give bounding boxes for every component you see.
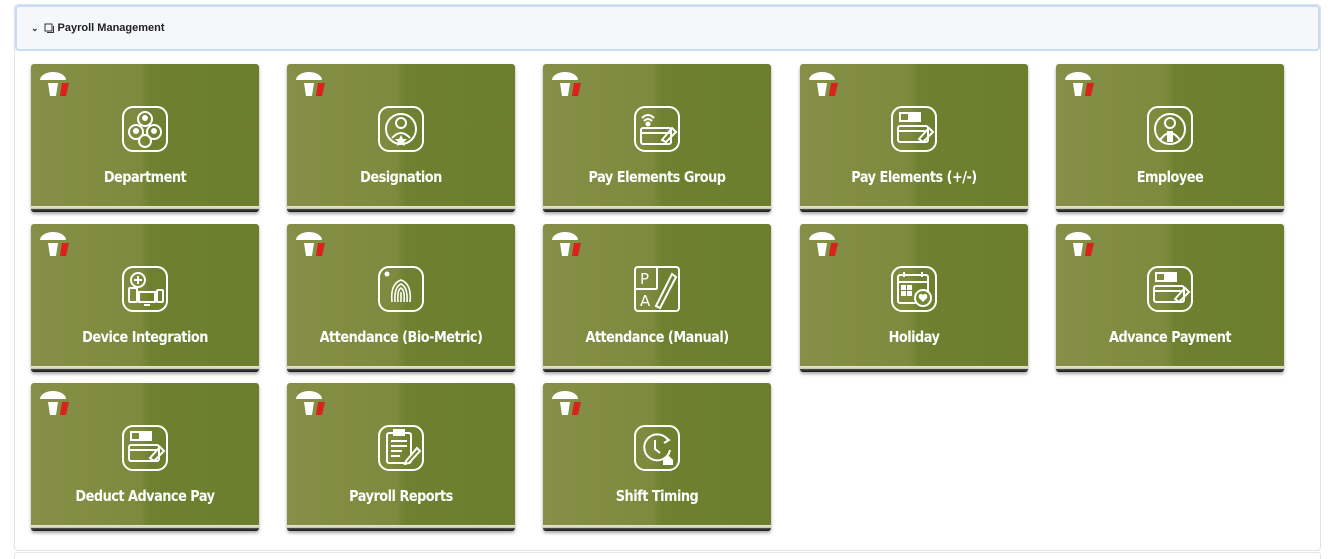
tile-label: Payroll Reports	[349, 487, 453, 505]
tile-attendance-manual[interactable]: P A Attendance (Manual)	[543, 224, 771, 372]
tile-label: Pay Elements (+/-)	[851, 168, 977, 186]
tile-label: Pay Elements Group	[588, 168, 726, 186]
brand-logo-icon	[552, 72, 581, 96]
window-icon	[44, 23, 55, 34]
brand-logo-icon	[296, 72, 325, 96]
payroll-reports-icon	[378, 425, 424, 471]
tile-label: Advance Payment	[1108, 328, 1232, 346]
brand-logo-icon	[40, 72, 69, 96]
department-icon	[122, 106, 168, 152]
brand-logo-icon	[552, 232, 581, 256]
tile-attendance-biometric[interactable]: Attendance (Bio-Metric)	[287, 224, 515, 372]
tile-label: Employee	[1136, 168, 1204, 186]
tile-pay-elements-group[interactable]: Pay Elements Group	[543, 64, 771, 212]
employee-icon	[1147, 106, 1193, 152]
advance-payment-icon	[1147, 266, 1193, 312]
panel-title: Payroll Management	[57, 22, 165, 34]
device-integration-icon	[122, 266, 168, 312]
shift-timing-icon	[634, 425, 680, 471]
tile-label: Device Integration	[82, 328, 208, 346]
svg-text:A: A	[640, 292, 651, 310]
tile-shift-timing[interactable]: Shift Timing	[543, 383, 771, 531]
pay-elements-group-icon	[634, 106, 680, 152]
svg-text:P: P	[640, 270, 649, 288]
chevron-down-icon[interactable]: ⌄	[31, 23, 39, 34]
pay-elements-icon	[891, 106, 937, 152]
manual-attendance-icon: P A	[634, 266, 680, 312]
brand-logo-icon	[1065, 72, 1094, 96]
brand-logo-icon	[296, 232, 325, 256]
tile-label: Attendance (Bio-Metric)	[319, 328, 483, 346]
tile-label: Holiday	[888, 328, 940, 346]
tile-payroll-reports[interactable]: Payroll Reports	[287, 383, 515, 531]
brand-logo-icon	[809, 72, 838, 96]
deduct-advance-icon	[122, 425, 168, 471]
tile-department[interactable]: Department	[31, 64, 259, 212]
tile-deduct-advance-pay[interactable]: Deduct Advance Pay	[31, 383, 259, 531]
tile-label: Attendance (Manual)	[585, 328, 729, 346]
fingerprint-icon	[378, 266, 424, 312]
tile-device-integration[interactable]: Device Integration	[31, 224, 259, 372]
tile-employee[interactable]: Employee	[1056, 64, 1284, 212]
brand-logo-icon	[40, 232, 69, 256]
tile-label: Designation	[360, 168, 442, 186]
tile-label: Deduct Advance Pay	[75, 487, 215, 505]
holiday-calendar-icon	[891, 266, 937, 312]
tile-pay-elements[interactable]: Pay Elements (+/-)	[800, 64, 1028, 212]
brand-logo-icon	[552, 391, 581, 415]
tile-label: Department	[103, 168, 187, 186]
brand-logo-icon	[40, 391, 69, 415]
tile-designation[interactable]: Designation	[287, 64, 515, 212]
panel-header[interactable]: ⌄ Payroll Management	[15, 5, 1320, 51]
tile-label: Shift Timing	[615, 487, 699, 505]
brand-logo-icon	[809, 232, 838, 256]
designation-icon	[378, 106, 424, 152]
next-panel-edge	[14, 552, 1321, 559]
tile-holiday[interactable]: Holiday	[800, 224, 1028, 372]
brand-logo-icon	[1065, 232, 1094, 256]
tile-advance-payment[interactable]: Advance Payment	[1056, 224, 1284, 372]
brand-logo-icon	[296, 391, 325, 415]
